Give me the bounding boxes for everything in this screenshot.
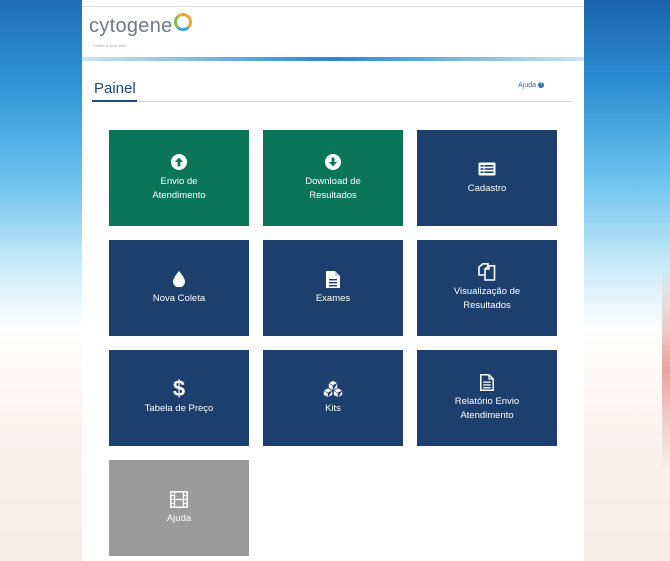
logo[interactable]: cytogene [89, 13, 192, 38]
tile-label: Nova Coleta [152, 293, 206, 304]
help-link[interactable]: Ajuda? [518, 82, 544, 89]
logo-circle-icon [173, 13, 192, 31]
document-icon [326, 270, 340, 288]
tile-download-resultados[interactable]: Download de Resultados [263, 130, 403, 226]
tile-ajuda[interactable]: Ajuda [109, 460, 249, 556]
dollar-icon: $ [172, 376, 186, 401]
cubes-icon [323, 380, 343, 398]
list-card-icon [478, 160, 496, 178]
tile-label: Exames [315, 293, 351, 304]
tile-nova-coleta[interactable]: Nova Coleta [109, 240, 249, 336]
tile-cadastro[interactable]: Cadastro [417, 130, 557, 226]
film-icon [170, 490, 188, 508]
header: cytogene Cuidar é viver bem [82, 7, 584, 59]
page-title: Painel [94, 80, 136, 97]
copy-files-icon [478, 263, 496, 281]
tile-label: Envio de Atendimento [152, 176, 206, 201]
background-right-panel [584, 0, 670, 330]
header-accent-bar [82, 57, 584, 61]
tile-label: Visualização de Resultados [453, 286, 521, 311]
tile-tabela-preco[interactable]: $ Tabela de Preço [109, 350, 249, 446]
tile-envio-atendimento[interactable]: Envio de Atendimento [109, 130, 249, 226]
tagline: Cuidar é viver bem [93, 43, 127, 48]
tile-label: Tabela de Preço [144, 403, 214, 414]
tile-visualizacao-resultados[interactable]: Visualização de Resultados [417, 240, 557, 336]
tile-label: Cadastro [467, 183, 507, 194]
tile-label: Ajuda [166, 513, 192, 524]
arrow-up-circle-icon [171, 153, 187, 171]
title-underline [92, 100, 137, 102]
tile-relatorio-envio-atendimento[interactable]: Relatório Envio Atendimento [417, 350, 557, 446]
background-left-panel [0, 0, 82, 330]
background-left-lower [0, 330, 82, 561]
help-icon: ? [538, 82, 544, 89]
tile-label: Kits [325, 403, 341, 414]
tile-exames[interactable]: Exames [263, 240, 403, 336]
background-right-lower [584, 330, 670, 561]
tile-kits[interactable]: Kits [263, 350, 403, 446]
logo-text: cytogene [89, 15, 173, 37]
main-panel: Painel Ajuda? Envio de Atendimento Downl… [82, 64, 584, 561]
tile-label: Relatório Envio Atendimento [454, 396, 520, 421]
drop-icon [173, 270, 185, 288]
tile-label: Download de Resultados [305, 176, 361, 201]
help-link-label: Ajuda [518, 82, 536, 89]
report-icon [480, 373, 494, 391]
arrow-down-circle-icon [325, 153, 341, 171]
background-right-accent [662, 270, 670, 470]
title-divider [92, 101, 572, 102]
